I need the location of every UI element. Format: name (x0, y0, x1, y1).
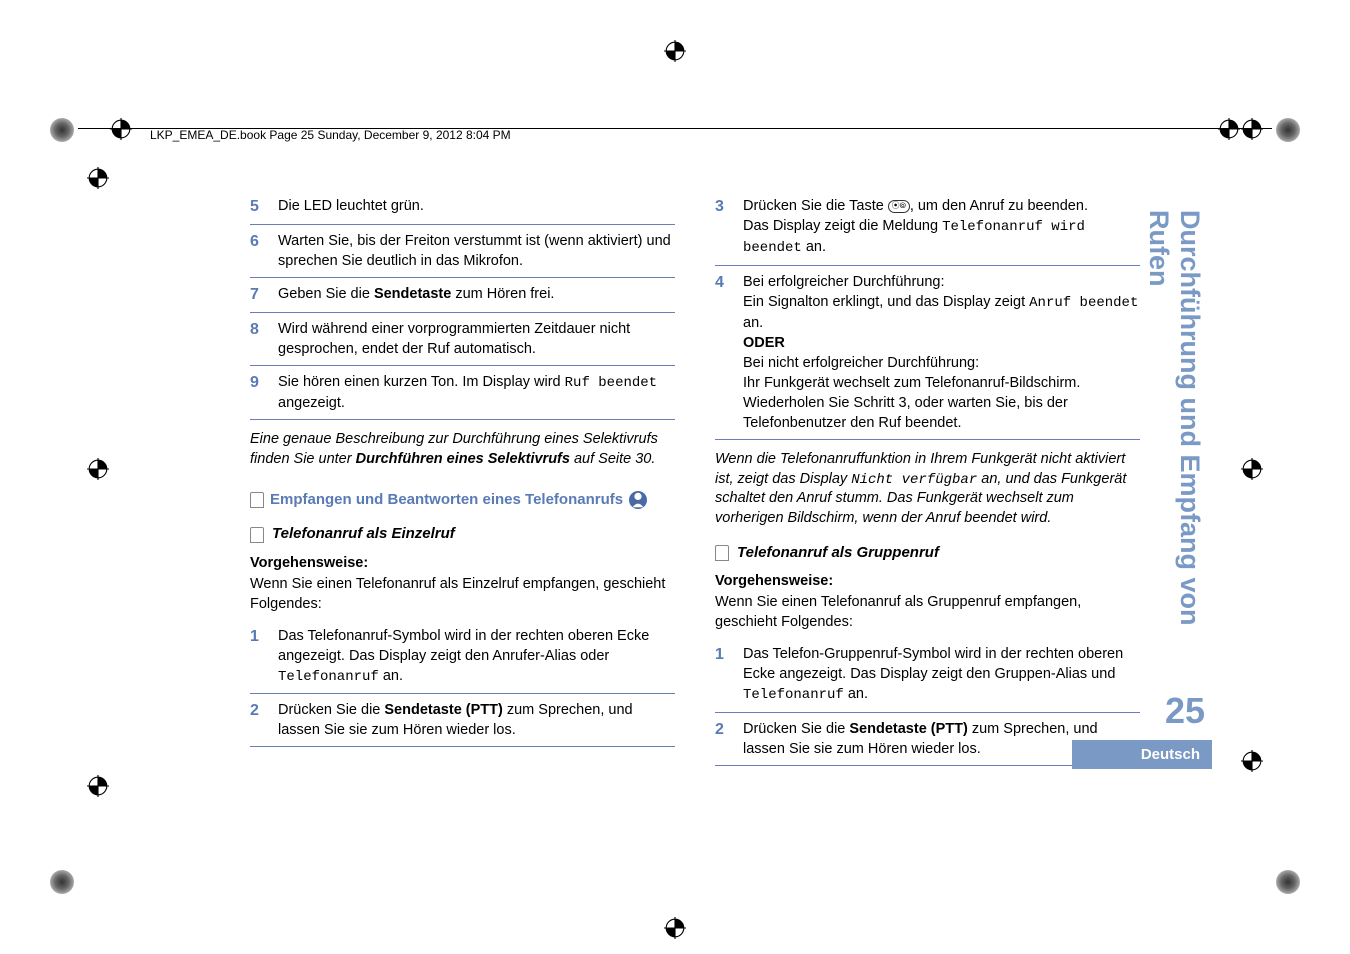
registration-mark-icon (87, 458, 109, 480)
text: an. (802, 239, 826, 255)
document-icon (715, 545, 729, 561)
step-b4: 4 Bei erfolgreicher Durchführung: Ein Si… (715, 266, 1140, 440)
text: Sie hören einen kurzen Ton. Im Display w… (278, 374, 565, 390)
registration-mark-icon (1218, 118, 1240, 140)
registration-mark-icon (664, 917, 686, 939)
text: an. (844, 686, 868, 702)
crop-circle-icon (1276, 118, 1300, 142)
registration-mark-icon (87, 167, 109, 189)
step-number: 7 (250, 284, 268, 306)
bold-text: Sendetaste (PTT) (849, 721, 967, 737)
text: angezeigt. (278, 395, 345, 411)
step-7: 7 Geben Sie die Sendetaste zum Hören fre… (250, 278, 675, 313)
badge-icon (629, 491, 647, 509)
procedure-label: Vorgehensweise: (715, 571, 1140, 591)
left-column: 5 Die LED leuchtet grün. 6 Warten Sie, b… (250, 190, 675, 794)
step-number: 3 (715, 196, 733, 259)
heading-text: Empfangen und Beantworten eines Telefona… (270, 490, 623, 511)
right-column: 3 Drücken Sie die Taste ⦿⦾, um den Anruf… (715, 190, 1140, 794)
step-b3: 3 Drücken Sie die Taste ⦿⦾, um den Anruf… (715, 190, 1140, 266)
step-text: Das Telefon-Gruppenruf-Symbol wird in de… (743, 644, 1140, 705)
page-header-filename: LKP_EMEA_DE.book Page 25 Sunday, Decembe… (150, 128, 511, 142)
side-section-title: Durchführung und Empfang von Rufen (1143, 210, 1205, 660)
step-number: 1 (715, 644, 733, 705)
procedure-text: Wenn Sie einen Telefonanruf als Einzelru… (250, 575, 675, 614)
text: Das Telefon-Gruppenruf-Symbol wird in de… (743, 646, 1123, 682)
text: Das Display zeigt die Meldung (743, 218, 942, 234)
text: an. (743, 315, 763, 331)
text: Drücken Sie die (743, 721, 849, 737)
bold-text: Durchführen eines Selektivrufs (356, 451, 570, 467)
text: an. (379, 668, 403, 684)
bold-text: Sendetaste (374, 286, 451, 302)
step-9: 9 Sie hören einen kurzen Ton. Im Display… (250, 366, 675, 420)
step-number: 2 (250, 700, 268, 740)
step-text: Warten Sie, bis der Freiton verstummt is… (278, 231, 675, 271)
registration-mark-icon (1241, 750, 1263, 772)
step-number: 4 (715, 272, 733, 433)
step-text: Die LED leuchtet grün. (278, 196, 675, 218)
text: Drücken Sie die Taste (743, 198, 888, 214)
crop-circle-icon (50, 118, 74, 142)
registration-mark-icon (1241, 458, 1263, 480)
page-number: 25 (1165, 690, 1205, 732)
mono-text: Ruf beendet (565, 375, 657, 391)
mono-text: Nicht verfügbar (851, 472, 977, 488)
step-text: Sie hören einen kurzen Ton. Im Display w… (278, 372, 675, 413)
mono-text: Telefonanruf (743, 687, 844, 703)
mono-text: Anruf beendet (1029, 295, 1138, 311)
bold-text: ODER (743, 335, 785, 351)
text: Das Telefonanruf-Symbol wird in der rech… (278, 628, 649, 664)
bold-text: Sendetaste (PTT) (384, 702, 502, 718)
document-icon (250, 527, 264, 543)
crop-circle-icon (50, 870, 74, 894)
sub-heading: Telefonanruf als Gruppenruf (715, 543, 1140, 564)
registration-mark-icon (1241, 118, 1263, 140)
text: zum Hören frei. (451, 286, 554, 302)
section-heading: Empfangen und Beantworten eines Telefona… (250, 490, 675, 511)
sub-heading-text: Telefonanruf als Einzelruf (272, 524, 455, 545)
step-8: 8 Wird während einer vorprogrammierten Z… (250, 313, 675, 366)
step-text: Drücken Sie die Taste ⦿⦾, um den Anruf z… (743, 196, 1140, 259)
step-text: Drücken Sie die Sendetaste (PTT) zum Spr… (278, 700, 675, 740)
procedure-label: Vorgehensweise: (250, 553, 675, 573)
text: Geben Sie die (278, 286, 374, 302)
step-text: Bei erfolgreicher Durchführung: Ein Sign… (743, 272, 1140, 433)
crop-circle-icon (1276, 870, 1300, 894)
mono-text: Telefonanruf (278, 669, 379, 685)
step-number: 6 (250, 231, 268, 271)
registration-mark-icon (664, 40, 686, 62)
step-text: Das Telefonanruf-Symbol wird in der rech… (278, 626, 675, 687)
registration-mark-icon (87, 775, 109, 797)
language-box: Deutsch (1072, 740, 1212, 769)
registration-mark-icon (110, 118, 132, 140)
text: Bei nicht erfolgreicher Durchführung: (743, 355, 979, 371)
procedure-text: Wenn Sie einen Telefonanruf als Gruppenr… (715, 593, 1140, 632)
note-text: Eine genaue Beschreibung zur Durchführun… (250, 430, 675, 469)
step-number: 8 (250, 319, 268, 359)
step-number: 9 (250, 372, 268, 413)
step-a2: 2 Drücken Sie die Sendetaste (PTT) zum S… (250, 694, 675, 747)
document-icon (250, 492, 264, 508)
text: , um den Anruf zu beenden. (910, 198, 1088, 214)
sub-heading-text: Telefonanruf als Gruppenruf (737, 543, 939, 564)
step-5: 5 Die LED leuchtet grün. (250, 190, 675, 225)
page-content: 5 Die LED leuchtet grün. 6 Warten Sie, b… (250, 190, 1140, 794)
button-key-icon: ⦿⦾ (888, 200, 910, 213)
text: Ein Signalton erklingt, und das Display … (743, 294, 1029, 310)
step-6: 6 Warten Sie, bis der Freiton verstummt … (250, 225, 675, 278)
sub-heading: Telefonanruf als Einzelruf (250, 524, 675, 545)
step-number: 1 (250, 626, 268, 687)
step-a1: 1 Das Telefonanruf-Symbol wird in der re… (250, 620, 675, 694)
text: Ihr Funkgerät wechselt zum Telefonanruf-… (743, 375, 1080, 431)
text: auf Seite 30. (570, 451, 655, 467)
text: Bei erfolgreicher Durchführung: (743, 274, 945, 290)
step-text: Wird während einer vorprogrammierten Zei… (278, 319, 675, 359)
step-number: 2 (715, 719, 733, 759)
step-number: 5 (250, 196, 268, 218)
step-text: Geben Sie die Sendetaste zum Hören frei. (278, 284, 675, 306)
step-c1: 1 Das Telefon-Gruppenruf-Symbol wird in … (715, 638, 1140, 712)
text: Drücken Sie die (278, 702, 384, 718)
note-text: Wenn die Telefonanruffunktion in Ihrem F… (715, 450, 1140, 529)
